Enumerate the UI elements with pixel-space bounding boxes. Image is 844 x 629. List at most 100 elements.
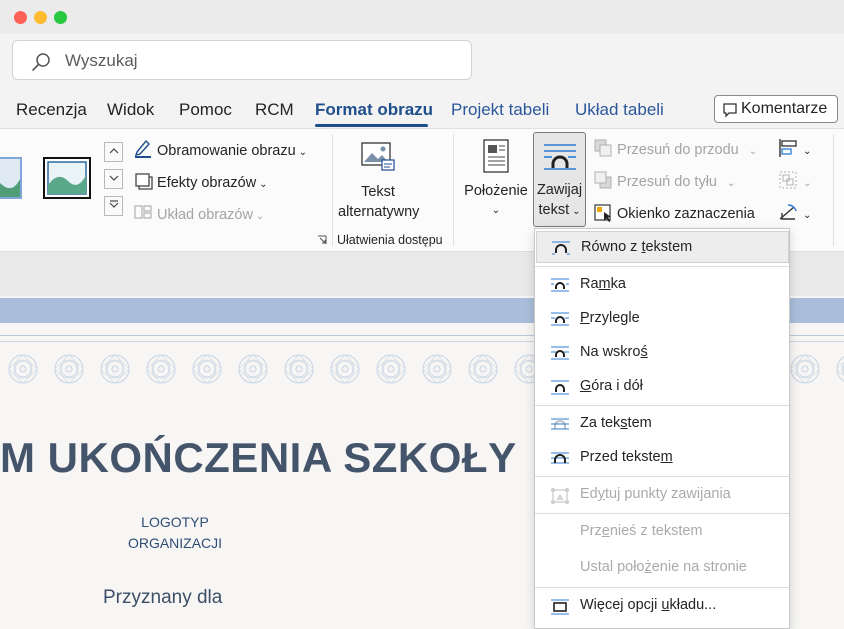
tab-recenzja[interactable]: Recenzja: [16, 100, 87, 120]
picture-style-thumb[interactable]: [0, 157, 22, 199]
tab-widok[interactable]: Widok: [107, 100, 154, 120]
search-input[interactable]: Wyszukaj: [65, 51, 138, 71]
menu-label: óra i dół: [591, 378, 643, 394]
wrap-behind-text-icon: [551, 418, 569, 430]
chevron-up-icon: [109, 148, 118, 154]
send-backward-icon: [594, 171, 612, 189]
logo-line-2: ORGANIZACJI: [127, 535, 223, 551]
menu-item-move-with-text[interactable]: Przenieś z tekstem: [536, 516, 789, 548]
menu-label: tem: [627, 415, 652, 431]
menu-label: ekstem: [645, 239, 693, 255]
menu-label: Prz: [580, 523, 602, 539]
menu-accelerator: ś: [640, 344, 648, 360]
tab-pomoc[interactable]: Pomoc: [179, 100, 232, 120]
menu-label: Ustal poło: [580, 559, 645, 575]
menu-item-in-line-with-text[interactable]: Równo z tekstem: [536, 231, 789, 263]
menu-item-more-layout-options[interactable]: Więcej opcji układu...: [536, 590, 789, 622]
position-button[interactable]: Położenie ⌄: [460, 138, 532, 221]
selection-pane-label: Okienko zaznaczenia: [617, 206, 755, 222]
menu-item-tight[interactable]: Przylegle: [536, 303, 789, 335]
close-window-button[interactable]: [14, 11, 27, 24]
menu-item-edit-wrap-points[interactable]: Edytuj punkty zawijania: [536, 479, 789, 511]
comments-button[interactable]: Komentarze: [714, 95, 838, 123]
group-icon: [779, 171, 797, 189]
menu-accelerator: m: [660, 449, 673, 465]
comments-button-label: Komentarze: [741, 100, 828, 117]
menu-accelerator: s: [620, 415, 628, 431]
alt-text-icon: [361, 142, 395, 171]
menu-item-behind-text[interactable]: Za tekstem: [536, 408, 789, 440]
zoom-window-button[interactable]: [54, 11, 67, 24]
wrap-through-icon: [551, 346, 569, 360]
alt-text-label-1: Tekst: [361, 184, 395, 200]
search-box[interactable]: Wyszukaj: [12, 40, 472, 80]
window-titlebar: [0, 0, 844, 34]
ribbon-group-separator: [332, 134, 333, 246]
menu-accelerator: e: [601, 523, 610, 539]
tab-rcm[interactable]: RCM: [255, 100, 294, 120]
wrap-text-button[interactable]: Zawijaj tekst ⌄: [533, 132, 586, 227]
wrap-in-front-icon: [551, 452, 569, 464]
align-button[interactable]: ⌄: [778, 138, 811, 158]
menu-item-in-front-of-text[interactable]: Przed tekstem: [536, 442, 789, 474]
wrap-text-label-2: tekst: [538, 202, 570, 218]
menu-item-through[interactable]: Na wskroś: [536, 337, 789, 369]
gallery-expand-icon: [109, 200, 118, 208]
wrap-square-icon: [551, 278, 569, 292]
accessibility-group-label: Ułatwienia dostępu: [337, 233, 443, 247]
gallery-more-button[interactable]: [104, 196, 123, 216]
group-objects-button[interactable]: ⌄: [778, 170, 811, 190]
rotate-button[interactable]: ⌄: [778, 202, 811, 222]
tab-uklad-tabeli[interactable]: Układ tabeli: [575, 100, 664, 120]
awarded-to-text[interactable]: Przyznany dla: [103, 587, 222, 609]
selection-pane-button[interactable]: Okienko zaznaczenia: [593, 202, 755, 222]
gallery-scroll-up-button[interactable]: [104, 142, 123, 162]
menu-accelerator: m: [598, 276, 611, 292]
tab-projekt-tabeli[interactable]: Projekt tabeli: [451, 100, 549, 120]
wrap-tight-icon: [551, 312, 569, 326]
menu-separator: [535, 513, 789, 514]
landscape-icon: [0, 159, 20, 197]
send-backward-button[interactable]: Przesuń do tyłu ⌄: [593, 170, 735, 190]
menu-label: rzylegle: [589, 310, 640, 326]
ribbon-group-separator: [833, 134, 834, 246]
menu-label: tuj punkty zawijania: [605, 486, 731, 502]
gallery-scroll-down-button[interactable]: [104, 169, 123, 189]
dialog-launcher-icon[interactable]: [317, 235, 327, 245]
tab-format-obrazu[interactable]: Format obrazu: [315, 100, 433, 120]
minimize-window-button[interactable]: [34, 11, 47, 24]
menu-accelerator: P: [580, 310, 590, 326]
logo-line-1: LOGOTYP: [141, 514, 209, 530]
picture-effects-button[interactable]: Efekty obrazów ⌄: [133, 170, 268, 191]
align-icon: [779, 139, 797, 157]
picture-layout-button[interactable]: Układ obrazów ⌄: [133, 202, 264, 223]
picture-border-button[interactable]: Obramowanie obrazu ⌄: [133, 138, 307, 159]
rotate-icon: [779, 204, 797, 220]
picture-effects-icon: [135, 173, 153, 190]
menu-separator: [535, 405, 789, 406]
search-icon: [32, 53, 50, 71]
picture-effects-label: Efekty obrazów: [157, 175, 257, 191]
menu-label: Więcej opcji: [580, 597, 662, 613]
menu-item-square[interactable]: Ramka: [536, 269, 789, 301]
landscape-icon: [47, 161, 87, 195]
menu-accelerator: G: [580, 378, 592, 394]
selection-pane-icon: [594, 204, 611, 222]
menu-accelerator: y: [597, 486, 605, 502]
menu-label: kładu...: [669, 597, 717, 613]
menu-item-fix-position-on-page[interactable]: Ustal położenie na stronie: [536, 552, 789, 584]
edit-wrap-points-icon: [551, 488, 569, 504]
picture-border-label: Obramowanie obrazu: [157, 143, 296, 159]
menu-item-top-and-bottom[interactable]: Góra i dół: [536, 371, 789, 403]
menu-label: Równo z: [581, 239, 642, 255]
active-tab-indicator: [315, 124, 428, 127]
bring-forward-button[interactable]: Przesuń do przodu ⌄: [593, 138, 757, 158]
picture-style-thumb[interactable]: [43, 157, 91, 199]
alt-text-button[interactable]: Tekst alternatywny: [338, 140, 419, 222]
organization-logo-placeholder[interactable]: LOGOTYP ORGANIZACJI: [115, 512, 235, 554]
menu-separator: [535, 476, 789, 477]
ribbon-group-separator: [453, 134, 454, 246]
document-title[interactable]: M UKOŃCZENIA SZKOŁY: [0, 434, 517, 482]
layout-options-icon: [551, 599, 569, 615]
bring-forward-label: Przesuń do przodu: [617, 142, 739, 158]
